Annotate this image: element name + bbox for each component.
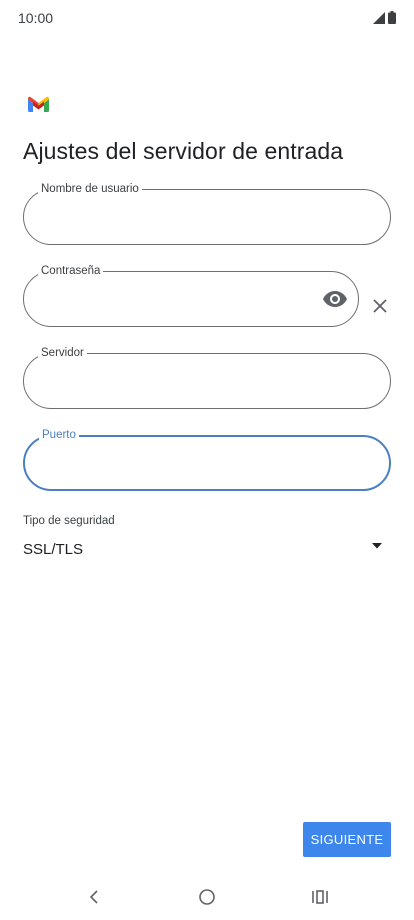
security-type-value: SSL/TLS <box>23 541 84 558</box>
username-label: Nombre de usuario <box>38 182 142 196</box>
home-button[interactable] <box>194 884 220 910</box>
gmail-logo-icon <box>28 96 49 112</box>
server-label: Servidor <box>38 346 87 360</box>
dropdown-arrow-icon <box>372 543 382 549</box>
password-field[interactable]: Contraseña <box>23 264 359 327</box>
page-title: Ajustes del servidor de entrada <box>23 138 344 164</box>
back-icon <box>89 890 98 904</box>
recents-button[interactable] <box>307 884 333 910</box>
security-type-select[interactable]: SSL/TLS <box>23 534 389 566</box>
port-field[interactable]: Puerto <box>23 428 391 491</box>
username-input[interactable] <box>40 206 374 228</box>
eye-icon <box>323 291 347 307</box>
status-icons <box>373 11 396 24</box>
recents-icon <box>312 890 328 904</box>
username-field[interactable]: Nombre de usuario <box>23 182 391 245</box>
next-button[interactable]: SIGUIENTE <box>303 822 391 857</box>
port-label: Puerto <box>39 428 79 442</box>
server-input[interactable] <box>40 370 374 392</box>
battery-icon <box>388 11 396 24</box>
port-input[interactable] <box>41 452 373 474</box>
password-label: Contraseña <box>38 264 104 278</box>
close-icon <box>373 299 387 313</box>
security-type-label: Tipo de seguridad <box>23 515 115 527</box>
status-bar: 10:00 <box>0 0 414 36</box>
password-input[interactable] <box>40 288 312 310</box>
status-time: 10:00 <box>18 10 54 26</box>
clear-password-button[interactable] <box>369 295 391 317</box>
home-icon <box>199 889 215 905</box>
server-field[interactable]: Servidor <box>23 346 391 409</box>
nav-bar <box>0 878 414 916</box>
show-password-button[interactable] <box>322 287 348 311</box>
signal-icon <box>373 11 385 24</box>
back-button[interactable] <box>81 884 107 910</box>
